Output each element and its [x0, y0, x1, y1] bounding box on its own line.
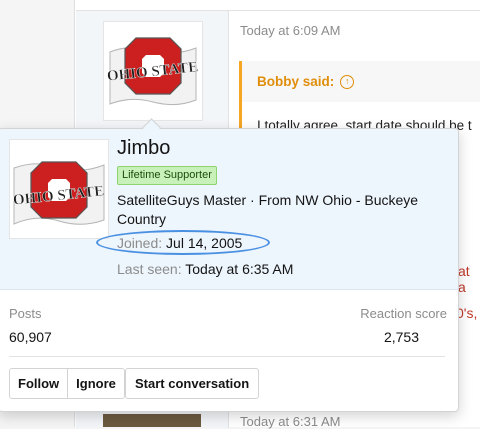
- reaction-score-label: Reaction score: [360, 306, 447, 321]
- follow-ignore-group: Follow Ignore: [9, 368, 125, 399]
- member-banner-badge: Lifetime Supporter: [117, 166, 217, 185]
- quote-author[interactable]: Bobby said:: [257, 74, 334, 89]
- posts-label: Posts: [9, 306, 42, 321]
- member-joined: Joined: Jul 14, 2005: [117, 235, 242, 251]
- post-peek-text: at a: [458, 263, 470, 295]
- arrow-up-circle-icon[interactable]: ↑: [340, 74, 355, 89]
- post-timestamp[interactable]: Today at 6:09 AM: [240, 23, 340, 38]
- post-avatar[interactable]: [103, 414, 201, 427]
- reaction-score-value: 2,753: [383, 329, 419, 345]
- tooltip-divider: [9, 356, 445, 357]
- ignore-button[interactable]: Ignore: [67, 369, 124, 398]
- member-username[interactable]: Jimbo: [117, 137, 170, 160]
- last-seen-label: Last seen:: [117, 261, 182, 277]
- member-user-title: SatelliteGuys Master · From NW Ohio - Bu…: [117, 192, 419, 227]
- posts-value[interactable]: 60,907: [9, 329, 52, 345]
- joined-label: Joined:: [117, 235, 163, 251]
- post-peek-text: 0's,: [456, 305, 478, 321]
- member-tooltip-header: OHIO STATE Jimbo Lifetime Supporter Sate…: [0, 129, 458, 290]
- follow-button[interactable]: Follow: [10, 369, 68, 398]
- member-avatar[interactable]: OHIO STATE: [9, 139, 109, 239]
- joined-value: Jul 14, 2005: [166, 235, 243, 251]
- last-seen-value: Today at 6:35 AM: [185, 261, 294, 277]
- member-tooltip: OHIO STATE Jimbo Lifetime Supporter Sate…: [0, 128, 459, 412]
- post-avatar[interactable]: OHIO STATE: [103, 21, 203, 121]
- quote-header[interactable]: Bobby said: ↑: [257, 74, 355, 89]
- start-conversation-button[interactable]: Start conversation: [125, 368, 260, 399]
- member-last-seen: Last seen: Today at 6:35 AM: [117, 261, 293, 277]
